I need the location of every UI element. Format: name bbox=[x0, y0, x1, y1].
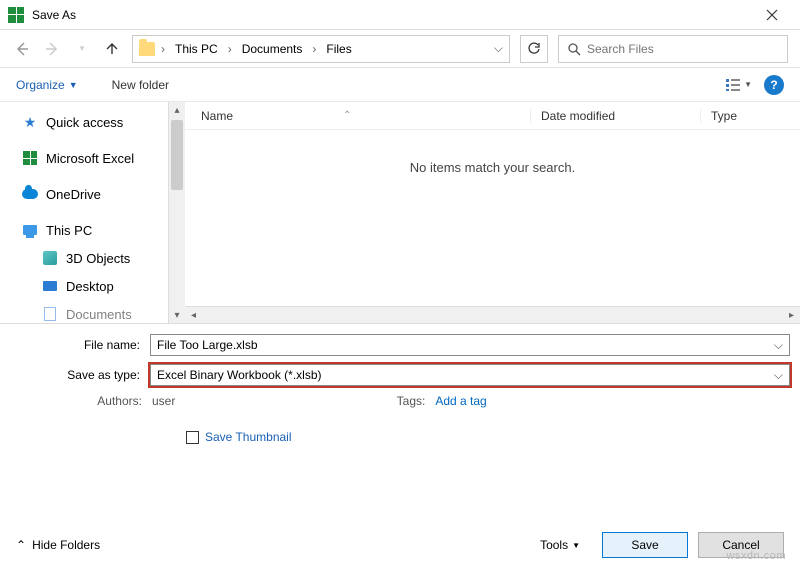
save-thumbnail-label[interactable]: Save Thumbnail bbox=[205, 430, 292, 444]
empty-message: No items match your search. bbox=[185, 130, 800, 306]
breadcrumb[interactable]: › This PC › Documents › Files ⌵ bbox=[132, 35, 510, 63]
cube-icon bbox=[42, 250, 58, 266]
sidebar-item-label: Documents bbox=[66, 307, 132, 322]
sidebar-item-label: Quick access bbox=[46, 115, 123, 130]
filename-label: File name: bbox=[10, 338, 150, 352]
organize-label: Organize bbox=[16, 78, 65, 92]
saveastype-label: Save as type: bbox=[10, 368, 150, 382]
pc-icon bbox=[22, 222, 38, 238]
watermark: wsxdn.com bbox=[726, 550, 786, 562]
save-thumbnail-checkbox[interactable] bbox=[186, 431, 199, 444]
sidebar-item-excel[interactable]: Microsoft Excel bbox=[0, 144, 185, 172]
sidebar-item-label: Desktop bbox=[66, 279, 114, 294]
view-options-button[interactable]: ▼ bbox=[725, 78, 752, 92]
hide-folders-button[interactable]: ⌃Hide Folders bbox=[16, 538, 100, 552]
list-icon bbox=[725, 78, 741, 92]
chevron-right-icon: › bbox=[228, 42, 232, 56]
back-button[interactable] bbox=[12, 39, 32, 59]
help-icon: ? bbox=[770, 78, 777, 92]
filename-input[interactable]: File Too Large.xlsb⌵ bbox=[150, 334, 790, 356]
breadcrumb-item[interactable]: Files bbox=[322, 40, 355, 58]
sidebar-item-desktop[interactable]: Desktop bbox=[0, 272, 185, 300]
cloud-icon bbox=[22, 186, 38, 202]
sidebar-item-label: Microsoft Excel bbox=[46, 151, 134, 166]
sidebar-item-quick-access[interactable]: ★ Quick access bbox=[0, 108, 185, 136]
sidebar-item-this-pc[interactable]: This PC bbox=[0, 216, 185, 244]
sidebar-item-3d-objects[interactable]: 3D Objects bbox=[0, 244, 185, 272]
nav-row: ▾ › This PC › Documents › Files ⌵ bbox=[0, 30, 800, 68]
tools-menu[interactable]: Tools▼ bbox=[540, 538, 580, 552]
chevron-down-icon: ▼ bbox=[69, 80, 78, 90]
column-type[interactable]: Type bbox=[700, 109, 800, 123]
refresh-icon bbox=[527, 42, 541, 56]
scroll-up-icon[interactable]: ▴ bbox=[174, 102, 179, 118]
chevron-right-icon: › bbox=[312, 42, 316, 56]
sidebar-item-onedrive[interactable]: OneDrive bbox=[0, 180, 185, 208]
chevron-down-icon: ▼ bbox=[744, 80, 752, 89]
close-button[interactable] bbox=[752, 1, 792, 29]
scroll-down-icon[interactable]: ▾ bbox=[174, 307, 179, 323]
arrow-right-icon bbox=[44, 41, 60, 57]
close-icon bbox=[766, 9, 778, 21]
tags-link[interactable]: Add a tag bbox=[435, 394, 486, 408]
arrow-left-icon bbox=[14, 41, 30, 57]
sidebar-scrollbar[interactable]: ▴▾ bbox=[168, 102, 185, 323]
document-icon bbox=[42, 306, 58, 322]
excel-icon bbox=[8, 7, 24, 23]
horizontal-scrollbar[interactable]: ◂▸ bbox=[185, 306, 800, 323]
refresh-button[interactable] bbox=[520, 35, 548, 63]
forward-button[interactable] bbox=[42, 39, 62, 59]
help-button[interactable]: ? bbox=[764, 75, 784, 95]
chevron-down-icon: ▼ bbox=[572, 541, 580, 550]
sidebar-item-label: 3D Objects bbox=[66, 251, 130, 266]
scroll-left-icon[interactable]: ◂ bbox=[185, 310, 202, 321]
chevron-down-icon[interactable]: ⌵ bbox=[774, 368, 783, 383]
chevron-up-icon: ⌃ bbox=[16, 538, 26, 552]
sidebar-item-label: This PC bbox=[46, 223, 92, 238]
title-bar: Save As bbox=[0, 0, 800, 30]
tags-label: Tags: bbox=[385, 394, 435, 408]
breadcrumb-item[interactable]: Documents bbox=[238, 40, 307, 58]
column-date[interactable]: Date modified bbox=[530, 109, 700, 123]
scroll-right-icon[interactable]: ▸ bbox=[783, 310, 800, 321]
scroll-thumb[interactable] bbox=[171, 120, 183, 190]
chevron-right-icon: › bbox=[161, 42, 165, 56]
toolbar: Organize ▼ New folder ▼ ? bbox=[0, 68, 800, 102]
column-name[interactable]: Name⌃ bbox=[185, 109, 530, 123]
save-button[interactable]: Save bbox=[602, 532, 688, 558]
search-input[interactable] bbox=[587, 42, 779, 56]
sort-indicator-icon: ⌃ bbox=[343, 110, 351, 121]
organize-menu[interactable]: Organize ▼ bbox=[16, 78, 78, 92]
file-list-panel: Name⌃ Date modified Type No items match … bbox=[185, 102, 800, 323]
chevron-down-icon[interactable]: ⌵ bbox=[494, 41, 503, 56]
authors-value[interactable]: user bbox=[152, 394, 175, 408]
search-icon bbox=[567, 42, 581, 56]
save-form: File name: File Too Large.xlsb⌵ Save as … bbox=[0, 324, 800, 448]
desktop-icon bbox=[42, 278, 58, 294]
saveastype-select[interactable]: Excel Binary Workbook (*.xlsb)⌵ bbox=[150, 364, 790, 386]
sidebar-item-documents[interactable]: Documents bbox=[0, 300, 185, 328]
sidebar: ★ Quick access Microsoft Excel OneDrive T… bbox=[0, 102, 185, 323]
up-button[interactable] bbox=[102, 39, 122, 59]
excel-icon bbox=[22, 150, 38, 166]
column-headers: Name⌃ Date modified Type bbox=[185, 102, 800, 130]
breadcrumb-item[interactable]: This PC bbox=[171, 40, 222, 58]
recent-dropdown[interactable]: ▾ bbox=[72, 39, 92, 59]
footer: ⌃Hide Folders Tools▼ Save Cancel bbox=[0, 532, 800, 558]
content-area: ★ Quick access Microsoft Excel OneDrive T… bbox=[0, 102, 800, 324]
chevron-down-icon[interactable]: ⌵ bbox=[774, 338, 783, 353]
arrow-up-icon bbox=[105, 42, 119, 56]
sidebar-item-label: OneDrive bbox=[46, 187, 101, 202]
folder-icon bbox=[139, 42, 155, 56]
star-icon: ★ bbox=[22, 114, 38, 130]
authors-label: Authors: bbox=[60, 394, 152, 408]
new-folder-button[interactable]: New folder bbox=[112, 78, 169, 92]
window-title: Save As bbox=[32, 8, 76, 22]
search-box[interactable] bbox=[558, 35, 788, 63]
